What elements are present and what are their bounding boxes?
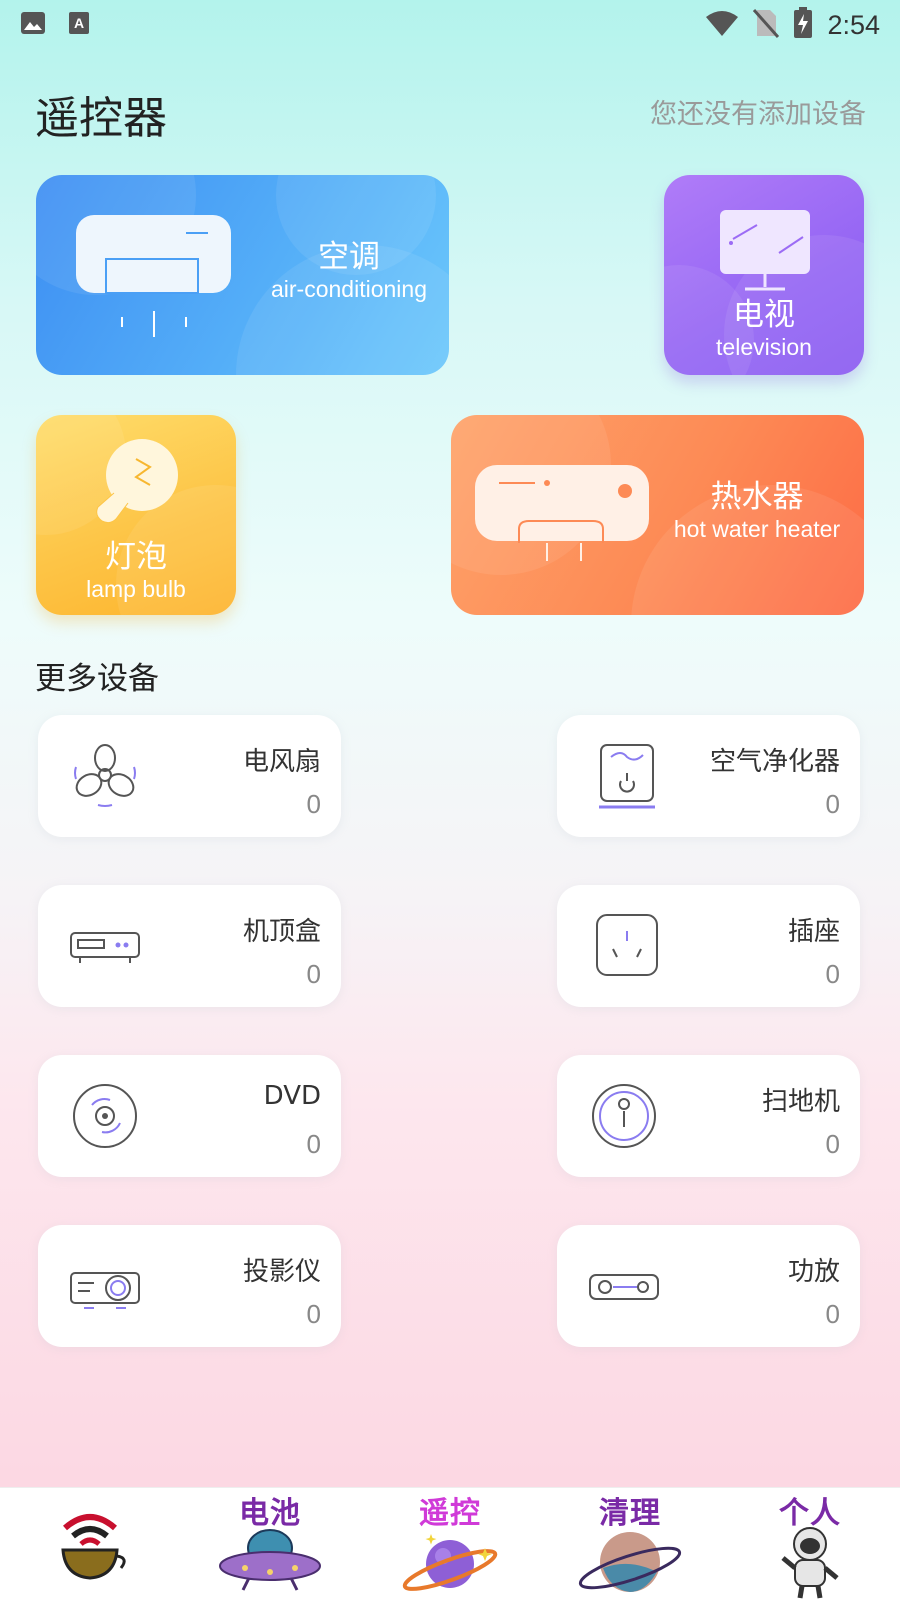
device-card-fan[interactable]: 电风扇 0 bbox=[38, 715, 341, 837]
dvd-icon bbox=[73, 1084, 137, 1148]
nav-label: 电池 bbox=[239, 1496, 301, 1531]
set-top-box-icon bbox=[70, 932, 140, 963]
ac-cn-label: 空调 bbox=[318, 239, 380, 275]
air-purifier-icon bbox=[599, 744, 655, 809]
device-card-set-top-box[interactable]: 机顶盒 0 bbox=[38, 885, 341, 1007]
device-card-amplifier[interactable]: 功放 0 bbox=[557, 1225, 860, 1347]
ac-en-label: air-conditioning bbox=[271, 276, 427, 302]
device-card-air-purifier[interactable]: 空气净化器 0 bbox=[557, 715, 860, 837]
amplifier-icon bbox=[589, 1274, 659, 1300]
light-bulb-icon bbox=[96, 439, 178, 524]
device-name: 扫地机 bbox=[761, 1087, 840, 1117]
lamp-bulb-card[interactable]: 灯泡 lamp bulb bbox=[36, 415, 236, 615]
nav-label: 清理 bbox=[599, 1496, 661, 1531]
lamp-en-label: lamp bulb bbox=[86, 576, 186, 602]
device-count: 0 bbox=[306, 1129, 321, 1159]
device-card-projector[interactable]: 投影仪 0 bbox=[38, 1225, 341, 1347]
lamp-cn-label: 灯泡 bbox=[105, 539, 167, 575]
device-name: 插座 bbox=[787, 917, 840, 947]
wifi-signal-icon bbox=[705, 9, 739, 41]
wifi-coffee-icon bbox=[61, 1514, 126, 1580]
television-card[interactable]: 电视 television bbox=[664, 175, 864, 375]
page-title: 遥控器 bbox=[35, 93, 167, 144]
device-name: 投影仪 bbox=[242, 1257, 321, 1287]
device-card-dvd[interactable]: DVD 0 bbox=[38, 1055, 341, 1177]
device-card-robot-vacuum[interactable]: 扫地机 0 bbox=[557, 1055, 860, 1177]
water-heater-icon bbox=[475, 465, 649, 561]
robot-vacuum-icon bbox=[592, 1084, 656, 1148]
nav-label: 遥控 bbox=[419, 1496, 481, 1531]
device-count: 0 bbox=[306, 1299, 321, 1329]
status-time: 2:54 bbox=[827, 9, 880, 40]
no-device-hint[interactable]: 您还没有添加设备 bbox=[650, 92, 866, 131]
planet-icon bbox=[402, 1534, 498, 1591]
ufo-icon bbox=[219, 1529, 321, 1591]
no-sim-icon bbox=[753, 8, 780, 42]
battery-charging-icon bbox=[793, 7, 813, 43]
svg-text:A: A bbox=[74, 15, 84, 31]
device-count: 0 bbox=[306, 959, 321, 989]
device-name: 电风扇 bbox=[242, 747, 321, 777]
heater-cn-label: 热水器 bbox=[710, 479, 804, 515]
more-devices-title: 更多设备 bbox=[35, 661, 159, 697]
nav-item-clean[interactable]: 清理 bbox=[540, 1488, 720, 1600]
air-conditioning-card[interactable]: 空调 air-conditioning bbox=[36, 175, 449, 375]
tv-cn-label: 电视 bbox=[733, 297, 795, 333]
hot-water-heater-card[interactable]: 热水器 hot water heater bbox=[451, 415, 864, 615]
text-notification-icon: A bbox=[68, 11, 90, 39]
nav-item-battery[interactable]: 电池 bbox=[180, 1488, 360, 1600]
device-count: 0 bbox=[825, 959, 840, 989]
device-name: 空气净化器 bbox=[709, 747, 840, 777]
planet-ring-icon bbox=[578, 1532, 682, 1592]
air-conditioner-icon bbox=[76, 215, 231, 337]
nav-item-network[interactable] bbox=[0, 1488, 180, 1600]
tv-en-label: television bbox=[716, 334, 812, 360]
device-name: DVD bbox=[263, 1081, 321, 1111]
image-notification-icon bbox=[20, 11, 46, 39]
device-name: 功放 bbox=[787, 1257, 840, 1287]
fan-icon bbox=[74, 744, 136, 807]
device-count: 0 bbox=[825, 1129, 840, 1159]
bottom-nav: 电池 遥控 清理 个人 bbox=[0, 1487, 900, 1600]
nav-item-remote[interactable]: 遥控 bbox=[360, 1488, 540, 1600]
device-card-socket[interactable]: 插座 0 bbox=[557, 885, 860, 1007]
device-count: 0 bbox=[306, 789, 321, 819]
device-count: 0 bbox=[825, 789, 840, 819]
television-icon bbox=[720, 210, 810, 291]
device-count: 0 bbox=[825, 1299, 840, 1329]
device-name: 机顶盒 bbox=[242, 917, 321, 947]
nav-item-profile[interactable]: 个人 bbox=[720, 1488, 900, 1600]
astronaut-icon bbox=[781, 1527, 839, 1599]
heater-en-label: hot water heater bbox=[673, 516, 841, 542]
socket-icon bbox=[596, 914, 658, 976]
status-bar: A 2:54 bbox=[0, 0, 900, 50]
projector-icon bbox=[70, 1272, 140, 1309]
nav-label: 个人 bbox=[779, 1496, 841, 1531]
